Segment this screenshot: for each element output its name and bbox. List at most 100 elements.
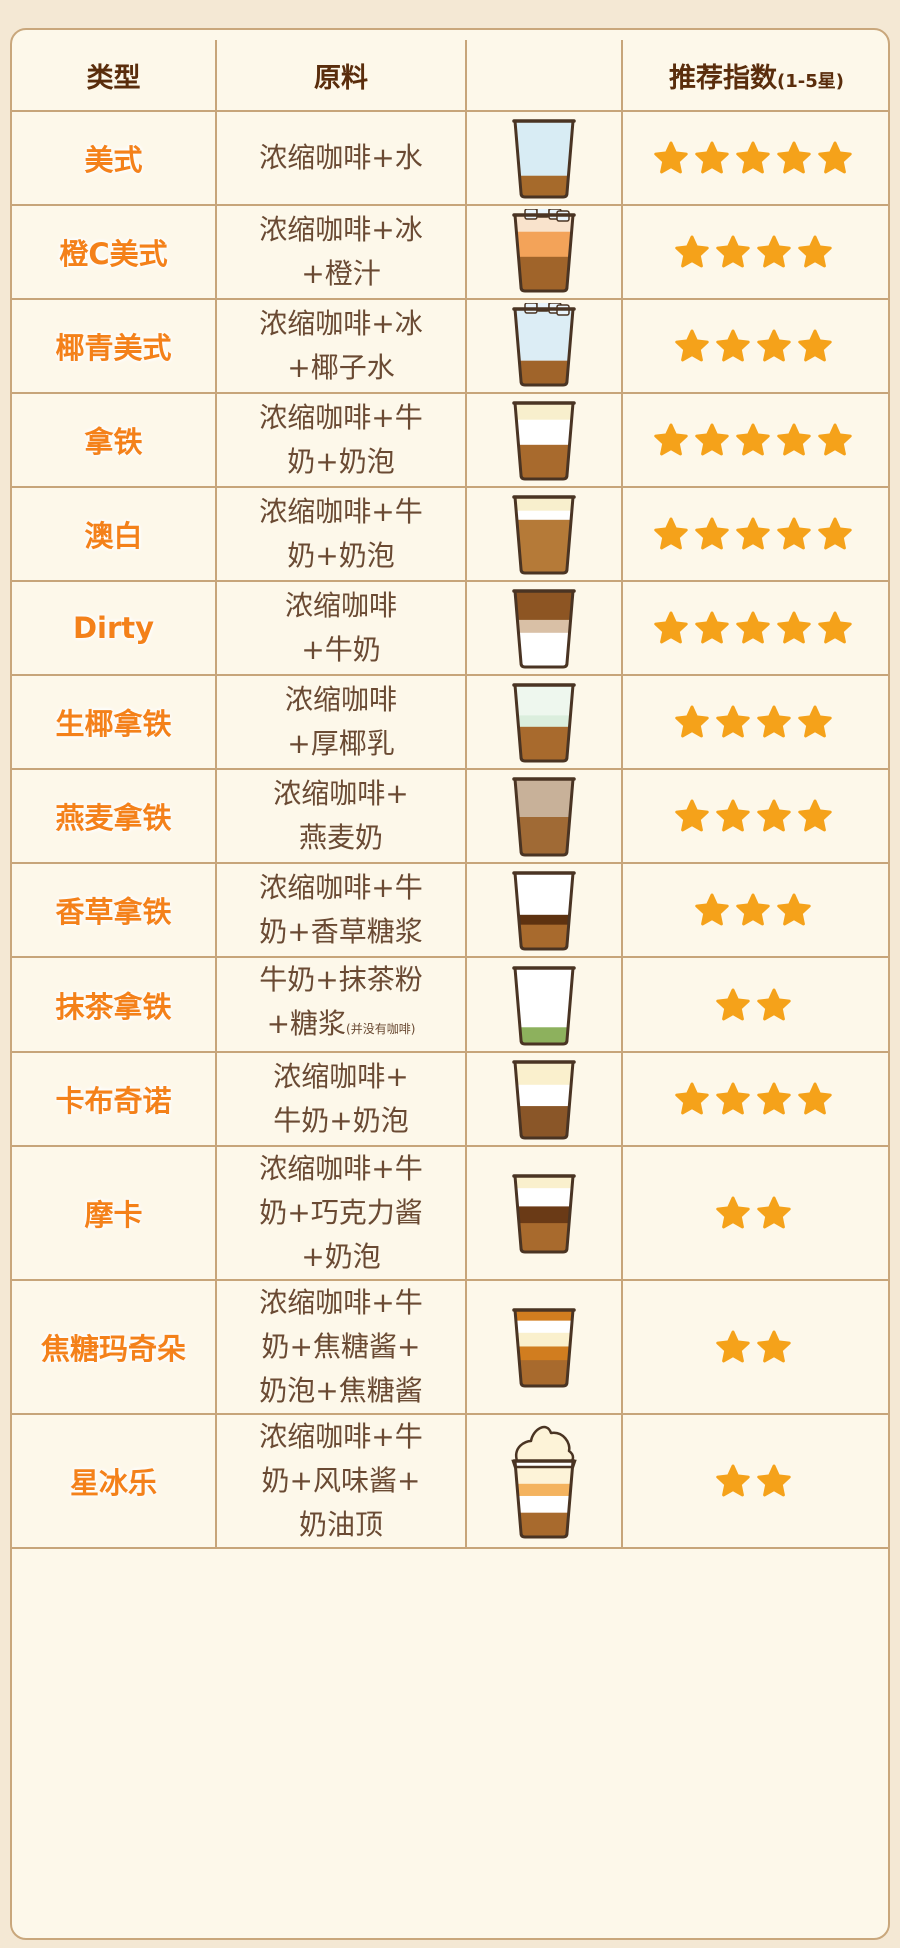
star-icon <box>736 517 770 550</box>
cappuccino-cup-icon <box>512 1060 576 1140</box>
header-rating-range: (1-5星) <box>777 70 844 92</box>
ingredient-text: +椰子水 <box>287 351 395 384</box>
ingredient-line: 牛奶+抹茶粉 <box>217 958 465 1002</box>
ingredient-text: 燕麦奶 <box>298 821 383 854</box>
ingredient-text: 浓缩咖啡+冰 <box>259 213 423 246</box>
star-icon <box>736 423 770 456</box>
star-icon <box>756 988 791 1020</box>
drink-illustration <box>465 1413 623 1549</box>
ingredient-line: 浓缩咖啡+ <box>217 1055 465 1099</box>
table-row: 美式 浓缩咖啡+水 <box>12 110 888 206</box>
star-icon <box>756 1330 791 1363</box>
ingredient-line: +糖浆(并没有咖啡) <box>217 1002 465 1051</box>
drink-ingredients: 浓缩咖啡 +厚椰乳 <box>215 674 467 770</box>
ingredient-line: 奶+焦糖酱+ <box>217 1325 465 1369</box>
rating-stars <box>621 768 888 864</box>
ingredient-line: 浓缩咖啡+冰 <box>217 302 465 346</box>
ingredient-line: 奶泡+焦糖酱 <box>217 1369 465 1413</box>
table-row: 橙C美式 浓缩咖啡+冰 +橙汁 <box>12 204 888 300</box>
ingredient-line: 奶+风味酱+ <box>217 1459 465 1503</box>
ingredient-text: 浓缩咖啡 <box>284 683 397 716</box>
ingredient-text: +厚椰乳 <box>287 727 395 760</box>
star-icon <box>797 799 832 832</box>
ingredient-line: +厚椰乳 <box>217 722 465 766</box>
drink-name: 拿铁 <box>12 392 217 488</box>
drink-ingredients: 浓缩咖啡 +牛奶 <box>215 580 467 676</box>
caramel-macchiato-cup-icon <box>512 1308 576 1388</box>
drink-illustration <box>465 956 623 1053</box>
ingredient-text: 奶油顶 <box>298 1508 383 1541</box>
ingredient-text: 浓缩咖啡+牛 <box>259 495 423 528</box>
drink-illustration <box>465 204 623 300</box>
star-icon <box>674 235 709 268</box>
drink-name: 澳白 <box>12 486 217 582</box>
ingredient-text: 浓缩咖啡+ <box>273 777 409 810</box>
star-icon <box>777 517 811 550</box>
star-icon <box>777 611 811 644</box>
star-icon <box>695 517 729 550</box>
rating-stars <box>621 1051 888 1147</box>
star-icon <box>736 611 770 644</box>
star-icon <box>695 611 729 644</box>
rating-stars <box>621 862 888 958</box>
ingredient-line: 浓缩咖啡+牛 <box>217 490 465 534</box>
ingredient-line: 浓缩咖啡+冰 <box>217 208 465 252</box>
star-icon <box>756 1464 791 1497</box>
star-icon <box>654 141 688 174</box>
drink-name: 椰青美式 <box>12 298 217 394</box>
ingredient-line: 浓缩咖啡+牛 <box>217 1415 465 1459</box>
header-rating-label: 推荐指数 <box>669 62 777 94</box>
ingredient-line: 奶油顶 <box>217 1503 465 1547</box>
ingredient-text: 浓缩咖啡+牛 <box>259 871 423 904</box>
drink-ingredients: 浓缩咖啡+牛 奶+风味酱+ 奶油顶 <box>215 1413 467 1549</box>
star-icon <box>715 799 750 832</box>
drink-illustration <box>465 862 623 958</box>
star-icon <box>674 799 709 832</box>
drink-ingredients: 浓缩咖啡+牛奶+奶泡 <box>215 486 467 582</box>
ingredient-text: 牛奶+抹茶粉 <box>259 963 423 996</box>
rating-stars <box>621 298 888 394</box>
ingredient-line: +牛奶 <box>217 628 465 672</box>
star-icon <box>715 705 750 738</box>
drink-name: 美式 <box>12 110 217 206</box>
ingredient-note: (并没有咖啡) <box>346 1022 416 1036</box>
drink-name: 星冰乐 <box>12 1413 217 1549</box>
ingredient-text: 奶+焦糖酱+ <box>261 1330 421 1363</box>
drink-name: 香草拿铁 <box>12 862 217 958</box>
drink-illustration <box>465 486 623 582</box>
drink-illustration <box>465 392 623 488</box>
star-icon <box>695 893 729 926</box>
ingredient-text: 奶+奶泡 <box>287 445 395 478</box>
star-icon <box>818 141 852 174</box>
ingredient-line: 浓缩咖啡+水 <box>217 136 465 180</box>
ingredient-text: 浓缩咖啡+牛 <box>259 401 423 434</box>
coconut-americano-cup-icon <box>512 303 576 387</box>
drink-illustration <box>465 674 623 770</box>
drink-illustration <box>465 298 623 394</box>
star-icon <box>715 1464 750 1497</box>
flat-white-cup-icon <box>512 495 576 575</box>
drink-illustration <box>465 1279 623 1415</box>
oat-latte-cup-icon <box>512 777 576 857</box>
star-icon <box>715 1082 750 1115</box>
ingredient-line: 浓缩咖啡+牛 <box>217 1147 465 1191</box>
drink-name: 卡布奇诺 <box>12 1051 217 1147</box>
star-icon <box>654 611 688 644</box>
table-row: 摩卡 浓缩咖啡+牛 奶+巧克力酱 +奶泡 <box>12 1145 888 1281</box>
star-icon <box>715 1196 750 1229</box>
star-icon <box>674 329 709 362</box>
ingredient-text: +奶泡 <box>301 1240 381 1273</box>
star-icon <box>818 611 852 644</box>
table-row: Dirty 浓缩咖啡 +牛奶 <box>12 580 888 676</box>
rating-stars <box>621 204 888 300</box>
rating-stars <box>621 1279 888 1415</box>
star-icon <box>797 1082 832 1115</box>
drink-ingredients: 牛奶+抹茶粉 +糖浆(并没有咖啡) <box>215 956 467 1053</box>
ingredient-text: 浓缩咖啡+ <box>273 1060 409 1093</box>
star-icon <box>777 893 811 926</box>
matcha-latte-cup-icon <box>512 965 576 1045</box>
star-icon <box>818 517 852 550</box>
ingredient-line: 奶+巧克力酱 <box>217 1191 465 1235</box>
ingredient-text: 牛奶+奶泡 <box>273 1104 409 1137</box>
drink-ingredients: 浓缩咖啡+冰 +椰子水 <box>215 298 467 394</box>
